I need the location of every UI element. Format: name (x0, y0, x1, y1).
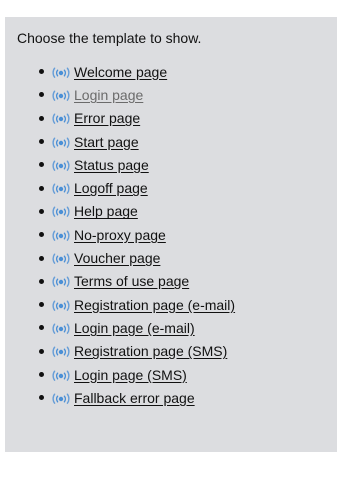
bullet-icon (39, 162, 44, 168)
template-link-registration-email[interactable]: Registration page (e-mail) (74, 297, 235, 313)
wifi-signal-icon (51, 229, 71, 241)
page-heading: Choose the template to show. (17, 30, 202, 46)
list-item: Logoff page (39, 176, 337, 199)
bullet-icon (39, 302, 44, 308)
list-item: Fallback error page (39, 386, 337, 409)
template-link-voucher[interactable]: Voucher page (74, 250, 160, 266)
wifi-signal-icon (51, 345, 71, 358)
list-item: Login page (SMS) (39, 363, 337, 386)
template-link-fallback-error[interactable]: Fallback error page (74, 390, 195, 406)
template-list: Welcome page Login page Error page Start… (17, 60, 337, 409)
wifi-signal-icon (51, 252, 71, 264)
list-item: Terms of use page (39, 270, 337, 293)
bullet-icon (39, 255, 44, 261)
list-item: Registration page (SMS) (39, 340, 337, 363)
template-link-logoff[interactable]: Logoff page (74, 180, 148, 196)
template-link-login[interactable]: Login page (74, 87, 143, 103)
bullet-icon (39, 185, 44, 191)
list-item: No-proxy page (39, 223, 337, 246)
bullet-icon (39, 208, 44, 214)
wifi-signal-icon (51, 392, 71, 404)
wifi-signal-icon (51, 159, 71, 171)
template-link-help[interactable]: Help page (74, 203, 138, 219)
template-link-login-sms[interactable]: Login page (SMS) (74, 367, 187, 383)
bullet-icon (39, 115, 44, 121)
list-item: Welcome page (39, 60, 337, 83)
list-item: Error page (39, 107, 337, 130)
template-link-start[interactable]: Start page (74, 134, 139, 150)
template-link-registration-sms[interactable]: Registration page (SMS) (74, 343, 227, 359)
list-item: Voucher page (39, 246, 337, 269)
wifi-signal-icon (51, 112, 71, 125)
bullet-icon (39, 139, 44, 145)
list-item: Status page (39, 153, 337, 176)
template-link-error[interactable]: Error page (74, 110, 140, 126)
wifi-signal-icon (51, 369, 71, 381)
bullet-icon (39, 372, 44, 377)
bullet-icon (39, 278, 44, 284)
wifi-signal-icon (51, 275, 71, 288)
wifi-signal-icon (51, 299, 71, 311)
wifi-signal-icon (51, 205, 71, 218)
list-item: Registration page (e-mail) (39, 293, 337, 316)
bullet-icon (39, 348, 44, 354)
wifi-signal-icon (51, 136, 71, 148)
template-link-login-email[interactable]: Login page (e-mail) (74, 320, 195, 336)
template-link-status[interactable]: Status page (74, 157, 149, 173)
template-link-no-proxy[interactable]: No-proxy page (74, 227, 166, 243)
template-link-terms-of-use[interactable]: Terms of use page (74, 273, 189, 289)
wifi-signal-icon (51, 322, 71, 334)
bullet-icon (39, 395, 44, 401)
bullet-icon (39, 232, 44, 238)
bullet-icon (39, 69, 44, 75)
bullet-icon (39, 92, 44, 98)
wifi-signal-icon (51, 182, 71, 195)
wifi-signal-icon (51, 89, 71, 101)
list-item: Login page (e-mail) (39, 316, 337, 339)
template-link-welcome[interactable]: Welcome page (74, 64, 167, 80)
list-item: Start page (39, 130, 337, 153)
list-item: Help page (39, 200, 337, 223)
template-chooser-panel: Choose the template to show. Welcome pag… (5, 17, 337, 452)
wifi-signal-icon (51, 66, 71, 78)
list-item: Login page (39, 83, 337, 106)
bullet-icon (39, 325, 44, 331)
